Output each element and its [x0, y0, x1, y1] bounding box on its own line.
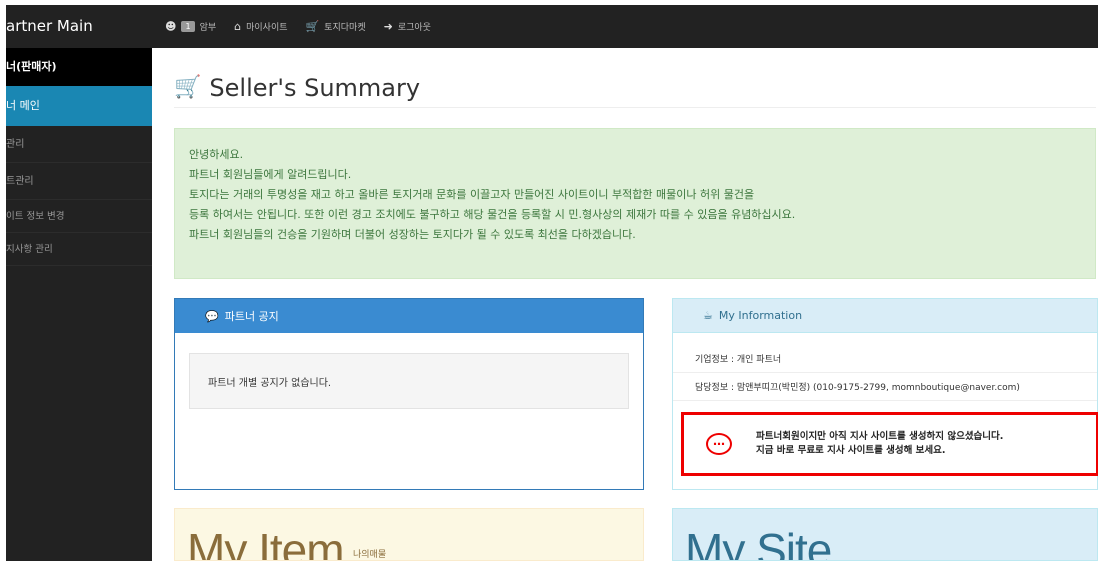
create-site-warning[interactable]: ⋯ 파트너회원이지만 아직 지사 사이트를 생성하지 않으셨습니다. 지금 바로… [681, 412, 1098, 476]
my-item-subtitle: 나의매물 [353, 550, 387, 560]
nav-logout-label: 로그아웃 [397, 23, 431, 33]
user-badge: 1 [181, 21, 195, 32]
brand-title[interactable]: artner Main [6, 5, 152, 48]
home-icon: ⌂ [234, 20, 242, 33]
cart-icon: 🛒 [174, 75, 202, 100]
page-header: 🛒 Seller's Summary [174, 68, 1096, 108]
partner-notice-empty: 파트너 개별 공지가 없습니다. [189, 353, 629, 409]
warning-line-1: 파트너회원이지만 아직 지사 사이트를 생성하지 않으셨습니다. [756, 431, 1004, 442]
my-item-tile[interactable]: My Item 나의매물 [174, 508, 644, 561]
contact-info: 담당정보 : 맘앤부띠끄(박민정) (010-9175-2799, momnbo… [673, 373, 1097, 401]
partner-notice-title: 파트너 공지 [224, 310, 279, 323]
partner-notice-panel: 💬 파트너 공지 파트너 개별 공지가 없습니다. [174, 298, 644, 490]
sidebar-header: 너(판매자) [6, 48, 152, 86]
sidebar-item-site-info[interactable]: 이트 정보 변경 [6, 200, 152, 233]
nav-user[interactable]: ☻ 1 암부 [165, 20, 216, 33]
sidebar-item-management[interactable]: 관리 [6, 126, 152, 163]
alert-line: 등록 하여서는 안됩니다. 또한 이런 경고 조치에도 불구하고 해당 물건을 … [189, 208, 796, 221]
my-item-title: My Item [187, 524, 345, 561]
nav-market-label: 토지다마켓 [324, 23, 366, 33]
sidebar-item-partner-main[interactable]: 너 메인 [6, 86, 152, 126]
logout-icon: ➜ [383, 20, 393, 33]
sidebar-item-site-management[interactable]: 트관리 [6, 163, 152, 200]
alert-line: 파트너 회원님들의 건승을 기원하며 더불어 성장하는 토지다가 될 수 있도록… [189, 228, 636, 241]
partner-notice-header: 💬 파트너 공지 [175, 299, 643, 333]
cart-icon: 🛒 [305, 20, 320, 33]
my-information-header: ☕ My Information [673, 299, 1097, 333]
nav-mysite[interactable]: ⌂ 마이사이트 [234, 20, 287, 33]
alert-line: 안녕하세요. [189, 148, 244, 161]
user-icon: ☻ [165, 20, 177, 33]
nav-user-label: 암부 [199, 23, 217, 33]
comment-icon: 💬 [205, 309, 219, 323]
nav-market[interactable]: 🛒 토지다마켓 [306, 20, 366, 33]
nav-logout[interactable]: ➜ 로그아웃 [384, 20, 431, 33]
sidebar: 너(판매자) 너 메인 관리 트관리 이트 정보 변경 지사항 관리 [6, 48, 152, 561]
my-site-title: My Site [685, 524, 832, 561]
nav-mysite-label: 마이사이트 [246, 23, 288, 33]
my-information-panel: ☕ My Information 기업정보 : 개인 파트너 담당정보 : 맘앤… [672, 298, 1098, 490]
company-info: 기업정보 : 개인 파트너 [673, 345, 1097, 373]
my-information-title: My Information [718, 309, 803, 322]
my-site-tile[interactable]: My Site [672, 508, 1098, 561]
notice-alert: 안녕하세요. 파트너 회원님들에게 알려드립니다. 토지다는 거래의 투명성을 … [174, 128, 1096, 279]
alert-line: 토지다는 거래의 투명성을 재고 하고 올바른 토지거래 문화를 이끌고자 만들… [189, 188, 755, 201]
main-content: 🛒 Seller's Summary 안녕하세요. 파트너 회원님들에게 알려드… [152, 48, 1098, 561]
warning-line-2: 지금 바로 무료로 지사 사이트를 생성해 보세요. [756, 445, 946, 456]
chat-bubble-icon: ⋯ [706, 433, 732, 455]
coffee-icon: ☕ [703, 309, 713, 322]
page-title: Seller's Summary [209, 73, 421, 102]
sidebar-item-notice-management[interactable]: 지사항 관리 [6, 233, 152, 266]
alert-line: 파트너 회원님들에게 알려드립니다. [189, 168, 352, 181]
top-nav: ☻ 1 암부 ⌂ 마이사이트 🛒 토지다마켓 ➜ 로그아웃 [165, 5, 431, 48]
